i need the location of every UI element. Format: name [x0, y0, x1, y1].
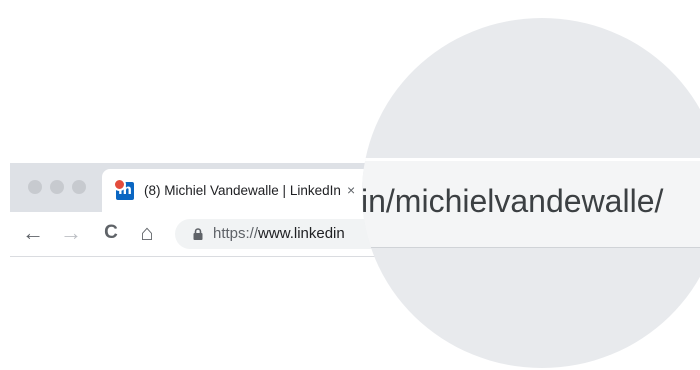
- tab-linkedin[interactable]: in (8) Michiel Vandewalle | LinkedIn ×: [102, 169, 372, 212]
- magnifier-circle: in/michielvandewalle/: [362, 18, 700, 368]
- back-button[interactable]: ←: [20, 220, 46, 246]
- url-host: www.linkedin: [258, 225, 345, 242]
- tab-title: (8) Michiel Vandewalle | LinkedIn: [144, 183, 341, 198]
- reload-button[interactable]: C: [98, 220, 124, 246]
- window-minimize-dot[interactable]: [50, 180, 64, 194]
- lock-icon: [193, 228, 203, 240]
- url-text: https://www.linkedin: [213, 225, 345, 242]
- linkedin-favicon-icon: in: [113, 178, 134, 200]
- url-scheme: https://: [213, 225, 259, 242]
- magnified-url-text: in/michielvandewalle/: [362, 183, 664, 219]
- tab-close-icon[interactable]: ×: [347, 182, 355, 198]
- notification-dot-icon: [113, 178, 126, 191]
- window-zoom-dot[interactable]: [72, 180, 86, 194]
- forward-button[interactable]: →: [58, 220, 84, 246]
- window-close-dot[interactable]: [28, 180, 42, 194]
- home-button[interactable]: ⌂: [134, 220, 160, 246]
